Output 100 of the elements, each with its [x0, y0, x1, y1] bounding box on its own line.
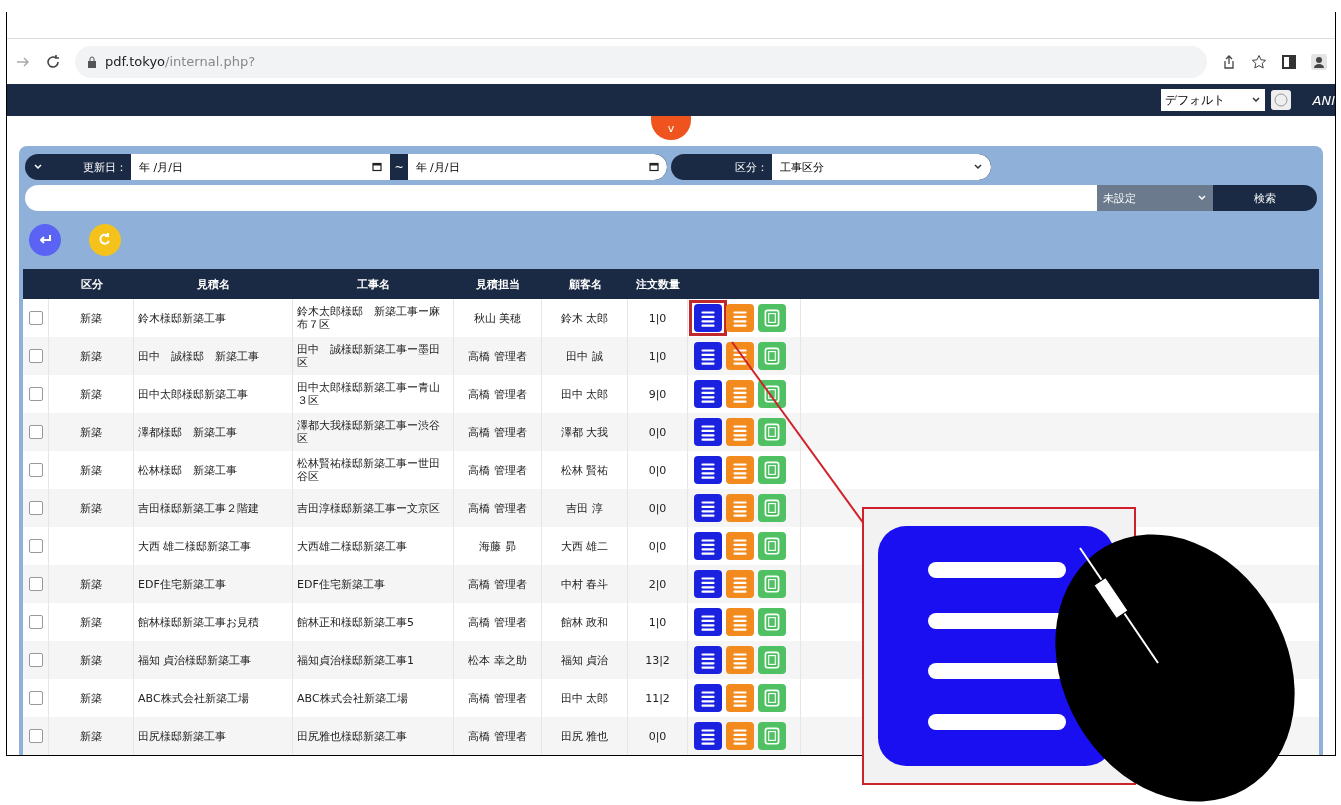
document-button[interactable]: [758, 646, 786, 674]
reload-icon[interactable]: [45, 53, 61, 70]
profile-icon[interactable]: [1311, 53, 1327, 70]
table-cell: 0|0: [648, 501, 667, 515]
table-cell: 田中太郎様邸新築工事: [138, 387, 248, 401]
table-cell: 高橋 管理者: [468, 501, 527, 515]
row-checkbox[interactable]: [28, 311, 43, 325]
table-cell: 高橋 管理者: [468, 729, 527, 743]
table-cell: 大西雄二様邸新築工事: [297, 539, 407, 553]
document-button[interactable]: [758, 342, 786, 370]
table-cell: 秋山 美穂: [473, 311, 522, 325]
search-field[interactable]: [25, 185, 1097, 211]
list-button[interactable]: [694, 722, 722, 750]
document-button[interactable]: [758, 418, 786, 446]
table-cell: 11|2: [645, 691, 670, 705]
row-checkbox[interactable]: [28, 653, 43, 667]
document-button[interactable]: [758, 494, 786, 522]
column-header: 見積担当: [476, 276, 520, 292]
row-checkbox[interactable]: [28, 501, 43, 515]
table-cell: 吉田 淳: [566, 501, 603, 515]
document-button[interactable]: [758, 608, 786, 636]
table-cell: 0|0: [648, 425, 667, 439]
date-from-field[interactable]: 年 /月/日: [131, 154, 391, 180]
table-cell: 0|0: [648, 539, 667, 553]
table-cell: 松林様邸 新築工事: [138, 463, 237, 477]
document-button[interactable]: [758, 304, 786, 332]
share-icon[interactable]: [1221, 53, 1237, 70]
row-checkbox[interactable]: [28, 463, 43, 477]
table-cell: EDF住宅新築工事: [297, 577, 385, 591]
list-button[interactable]: [694, 418, 722, 446]
table-cell: 田中 誠: [566, 349, 603, 363]
document-button[interactable]: [758, 532, 786, 560]
table-cell: 松林 賢祐: [560, 463, 609, 477]
dropdown-caret-icon: [973, 162, 983, 172]
address-bar[interactable]: pdf.tokyo/internal.php?: [75, 45, 1207, 78]
column-header: 工事名: [357, 276, 390, 292]
search-button[interactable]: 検索: [1213, 185, 1317, 211]
document-button[interactable]: [758, 570, 786, 598]
list-button[interactable]: [694, 684, 722, 712]
table-cell: 田尻 雅也: [560, 729, 609, 743]
table-cell: 新築: [80, 425, 102, 439]
row-checkbox[interactable]: [28, 349, 43, 363]
table-cell: 鈴木 太郎: [560, 311, 609, 325]
table-cell: EDF住宅新築工事: [138, 577, 226, 591]
row-checkbox[interactable]: [28, 577, 43, 591]
category-label: 区分：: [734, 159, 769, 175]
list-button[interactable]: [694, 342, 722, 370]
help-icon[interactable]: [1270, 90, 1291, 111]
table-cell: 1|0: [648, 349, 667, 363]
star-icon[interactable]: [1251, 53, 1267, 70]
list-button[interactable]: [694, 646, 722, 674]
logo: ANI: [1311, 92, 1335, 108]
list-button[interactable]: [694, 570, 722, 598]
table-cell: 新築: [80, 691, 102, 705]
row-checkbox[interactable]: [28, 691, 43, 705]
row-checkbox[interactable]: [28, 729, 43, 743]
table-cell: 福知貞治様邸新築工事1: [297, 653, 414, 667]
table-cell: 0|0: [648, 729, 667, 743]
table-cell: 新築: [80, 729, 102, 743]
table-cell: 海藤 昴: [479, 539, 516, 553]
list-button[interactable]: [694, 380, 722, 408]
calendar-icon[interactable]: [649, 162, 659, 172]
table-cell: 高橋 管理者: [468, 577, 527, 591]
search-select[interactable]: 未設定: [1097, 185, 1213, 211]
table-cell-text: 松林賢祐様邸新築工事ー世田谷区: [297, 457, 441, 483]
range-separator: ~: [393, 160, 405, 174]
list-button[interactable]: [694, 608, 722, 636]
column-header: 区分: [80, 276, 103, 292]
list-button[interactable]: [694, 456, 722, 484]
collapse-toggle[interactable]: v: [651, 116, 691, 141]
table-cell: 館林正和様邸新築工事5: [297, 615, 414, 629]
table-cell: 13|2: [645, 653, 670, 667]
table-cell: 鈴木様邸新築工事: [138, 311, 226, 325]
table-cell: ABC株式会社新築工場: [138, 691, 249, 705]
table-cell: 館林様邸新築工事お見積: [138, 615, 259, 629]
row-checkbox[interactable]: [28, 425, 43, 439]
table-cell: 新築: [80, 577, 102, 591]
table-cell: 田尻様邸新築工事: [138, 729, 226, 743]
table-cell: 高橋 管理者: [468, 463, 527, 477]
calendar-icon[interactable]: [372, 162, 383, 172]
refresh-button[interactable]: [89, 224, 121, 256]
table-cell-text: 田中 誠様邸新築工事ー墨田区: [297, 343, 441, 369]
row-checkbox[interactable]: [28, 615, 43, 629]
back-button[interactable]: [29, 224, 61, 256]
sidebar-icon[interactable]: [1281, 53, 1297, 70]
document-button[interactable]: [758, 722, 786, 750]
document-button[interactable]: [758, 380, 786, 408]
list-button[interactable]: [694, 494, 722, 522]
chevron-icon[interactable]: [33, 162, 43, 172]
table-cell: 中村 春斗: [560, 577, 609, 591]
document-button[interactable]: [758, 456, 786, 484]
row-checkbox[interactable]: [28, 387, 43, 401]
date-to-field[interactable]: 年 /月/日: [407, 154, 667, 180]
layout-select[interactable]: デフォルト: [1160, 89, 1265, 112]
list-button[interactable]: [694, 532, 722, 560]
table-cell: 澤都様邸 新築工事: [138, 425, 237, 439]
category-select[interactable]: 工事区分: [772, 154, 991, 180]
document-button[interactable]: [758, 684, 786, 712]
row-checkbox[interactable]: [28, 539, 43, 553]
list-button[interactable]: [726, 342, 754, 370]
